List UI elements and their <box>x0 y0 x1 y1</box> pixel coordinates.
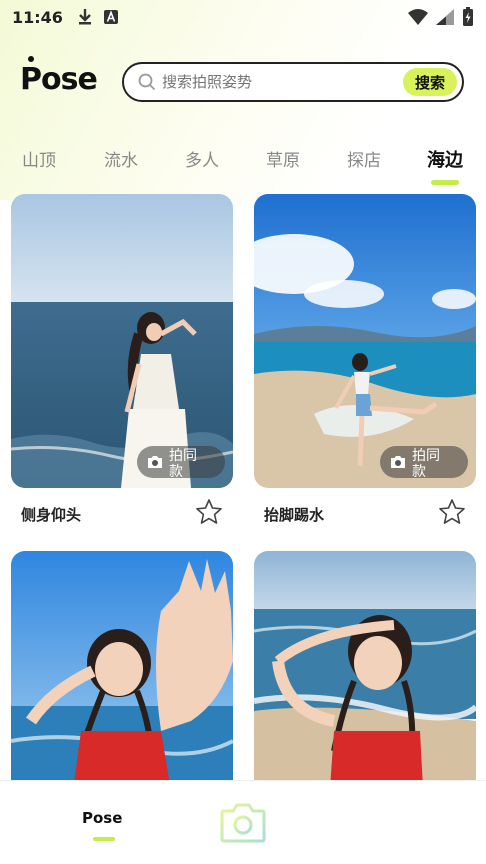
tab-grassland[interactable]: 草原 <box>266 146 300 171</box>
active-tab-indicator <box>431 180 459 185</box>
tab-flowing-water[interactable]: 流水 <box>104 146 138 171</box>
search-icon <box>138 73 156 91</box>
status-time: 11:46 <box>12 7 63 27</box>
shoot-same-label: 拍同款 <box>412 448 440 478</box>
tab-seaside[interactable]: 海边 <box>427 146 463 172</box>
download-icon <box>78 9 91 25</box>
shoot-same-button[interactable]: 拍同款 <box>380 446 468 478</box>
status-bar: 11:46 <box>0 0 486 34</box>
search-input[interactable] <box>162 73 392 91</box>
card-title: 侧身仰头 <box>21 506 82 524</box>
app-logo: Pose <box>20 56 98 97</box>
signal-icon <box>436 9 454 25</box>
pose-photo[interactable]: 拍同款 <box>254 194 476 488</box>
status-right-icons <box>408 7 474 27</box>
star-icon[interactable] <box>438 498 466 526</box>
wifi-icon <box>408 9 428 25</box>
tab-group[interactable]: 多人 <box>185 146 219 171</box>
logo-text: Pose <box>20 62 98 97</box>
status-left-icons <box>77 8 119 26</box>
pose-card[interactable]: 拍同款 侧身仰头 <box>11 194 233 524</box>
shoot-same-button[interactable]: 拍同款 <box>137 446 225 478</box>
camera-icon[interactable] <box>220 801 266 843</box>
logo-dot <box>28 56 34 62</box>
tab-mountain-top[interactable]: 山顶 <box>22 146 56 171</box>
tab-shop-visit[interactable]: 探店 <box>347 146 381 171</box>
nav-active-indicator <box>93 837 115 841</box>
category-tabs: 山顶 流水 多人 草原 探店 海边 <box>0 142 486 188</box>
pose-photo[interactable]: 拍同款 <box>11 194 233 488</box>
camera-icon <box>148 456 162 468</box>
bottom-nav: Pose <box>0 780 486 864</box>
battery-icon <box>463 7 473 26</box>
star-icon[interactable] <box>195 498 223 526</box>
search-button[interactable]: 搜索 <box>403 68 457 96</box>
pose-card[interactable]: 拍同款 抬脚踢水 <box>254 194 476 524</box>
a-icon <box>103 10 118 24</box>
search-bar[interactable]: 搜索 <box>122 62 464 102</box>
camera-icon <box>391 456 405 468</box>
card-title: 抬脚踢水 <box>264 506 325 524</box>
shoot-same-label: 拍同款 <box>169 448 197 478</box>
nav-item-pose[interactable]: Pose <box>82 809 122 827</box>
